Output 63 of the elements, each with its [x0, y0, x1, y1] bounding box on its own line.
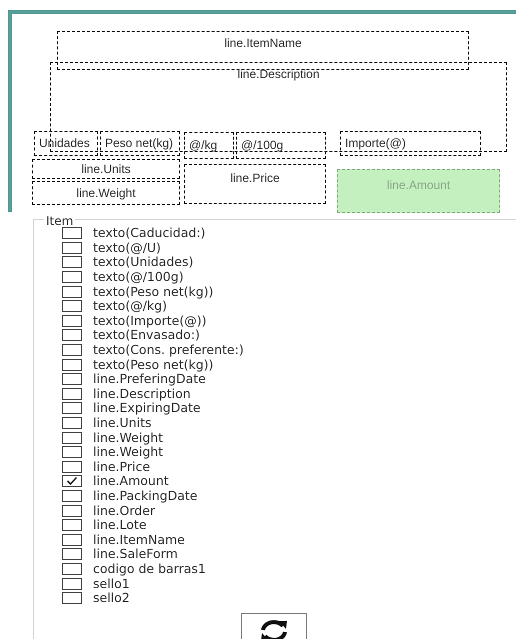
label-field[interactable]: line.Units	[32, 159, 180, 179]
checkbox[interactable]	[62, 344, 82, 356]
checkbox-label[interactable]: texto(Unidades)	[93, 255, 194, 270]
checkbox-label[interactable]: line.Price	[93, 460, 150, 474]
checkbox-label[interactable]: line.Units	[93, 416, 152, 430]
checkbox[interactable]	[62, 504, 82, 517]
checkbox-label[interactable]: line.PreferingDate	[93, 372, 206, 386]
checkbox-label[interactable]: texto(@/100g)	[93, 270, 184, 284]
checkbox[interactable]	[62, 490, 82, 502]
checkbox-label[interactable]: line.PackingDate	[93, 488, 198, 503]
checkbox-label[interactable]: line.Weight	[93, 430, 164, 445]
checkbox[interactable]	[62, 242, 82, 254]
checkbox[interactable]	[62, 388, 82, 400]
checkbox-label[interactable]: texto(Peso net(kg))	[93, 284, 214, 299]
checkbox-label[interactable]: line.ExpiringDate	[93, 401, 201, 416]
checkbox[interactable]	[62, 300, 82, 312]
checkbox[interactable]	[62, 314, 82, 327]
checkbox-label[interactable]: sello1	[93, 576, 130, 591]
checkbox-label[interactable]: line.Amount	[93, 474, 169, 488]
checkbox[interactable]	[62, 578, 82, 590]
checkbox[interactable]	[62, 417, 82, 430]
group-title: Item	[44, 215, 76, 227]
checkbox-label[interactable]: line.Order	[93, 504, 156, 518]
checkbox-label[interactable]: line.Lote	[93, 518, 147, 532]
label-field[interactable]: line.Weight	[32, 181, 180, 205]
checkbox[interactable]	[62, 432, 82, 444]
checkbox[interactable]	[62, 519, 82, 532]
checkbox[interactable]	[62, 286, 82, 298]
checkbox-label[interactable]: line.SaleForm	[93, 547, 178, 562]
checkbox-label[interactable]: sello2	[93, 591, 130, 606]
checkbox[interactable]	[62, 446, 82, 458]
checkbox-label[interactable]: texto(Caducidad:)	[93, 226, 206, 240]
checkbox-label[interactable]: texto(Peso net(kg))	[93, 358, 214, 372]
checkbox[interactable]	[62, 548, 82, 560]
checkbox[interactable]	[62, 373, 82, 386]
checkbox-label[interactable]: line.Weight	[93, 445, 164, 460]
checkbox[interactable]	[62, 562, 82, 575]
checkbox-label[interactable]: line.ItemName	[93, 532, 185, 547]
checkbox[interactable]	[62, 475, 82, 488]
checkbox[interactable]	[62, 402, 82, 414]
label-field[interactable]: line.ItemName	[57, 31, 469, 70]
label-field[interactable]: @/kg	[184, 132, 234, 159]
checkbox-label[interactable]: codigo de barras1	[93, 562, 206, 576]
checkbox[interactable]	[62, 227, 82, 240]
refresh-button[interactable]	[241, 613, 307, 639]
checkbox-label[interactable]: texto(Importe(@))	[93, 314, 207, 328]
checkbox[interactable]	[62, 329, 82, 342]
checkbox[interactable]	[62, 534, 82, 546]
checkbox-label[interactable]: texto(Envasado:)	[93, 328, 200, 342]
checkbox[interactable]	[62, 271, 82, 284]
checkbox-label[interactable]: line.Description	[93, 386, 191, 401]
checkbox-label[interactable]: texto(Cons. preferente:)	[93, 343, 244, 358]
label-field[interactable]: @/100g	[236, 132, 326, 159]
label-field[interactable]: Unidades	[34, 131, 98, 156]
checkbox[interactable]	[62, 592, 82, 604]
checkbox-label[interactable]: texto(@/U)	[93, 240, 161, 255]
label-field[interactable]: line.Price	[184, 164, 326, 204]
label-field[interactable]: Peso net(kg)	[100, 131, 180, 156]
checkbox[interactable]	[62, 460, 82, 473]
label-field[interactable]: Importe(@)	[340, 131, 481, 156]
checkbox[interactable]	[62, 256, 82, 268]
checkbox[interactable]	[62, 358, 82, 371]
checkbox-label[interactable]: texto(@/kg)	[93, 299, 167, 314]
